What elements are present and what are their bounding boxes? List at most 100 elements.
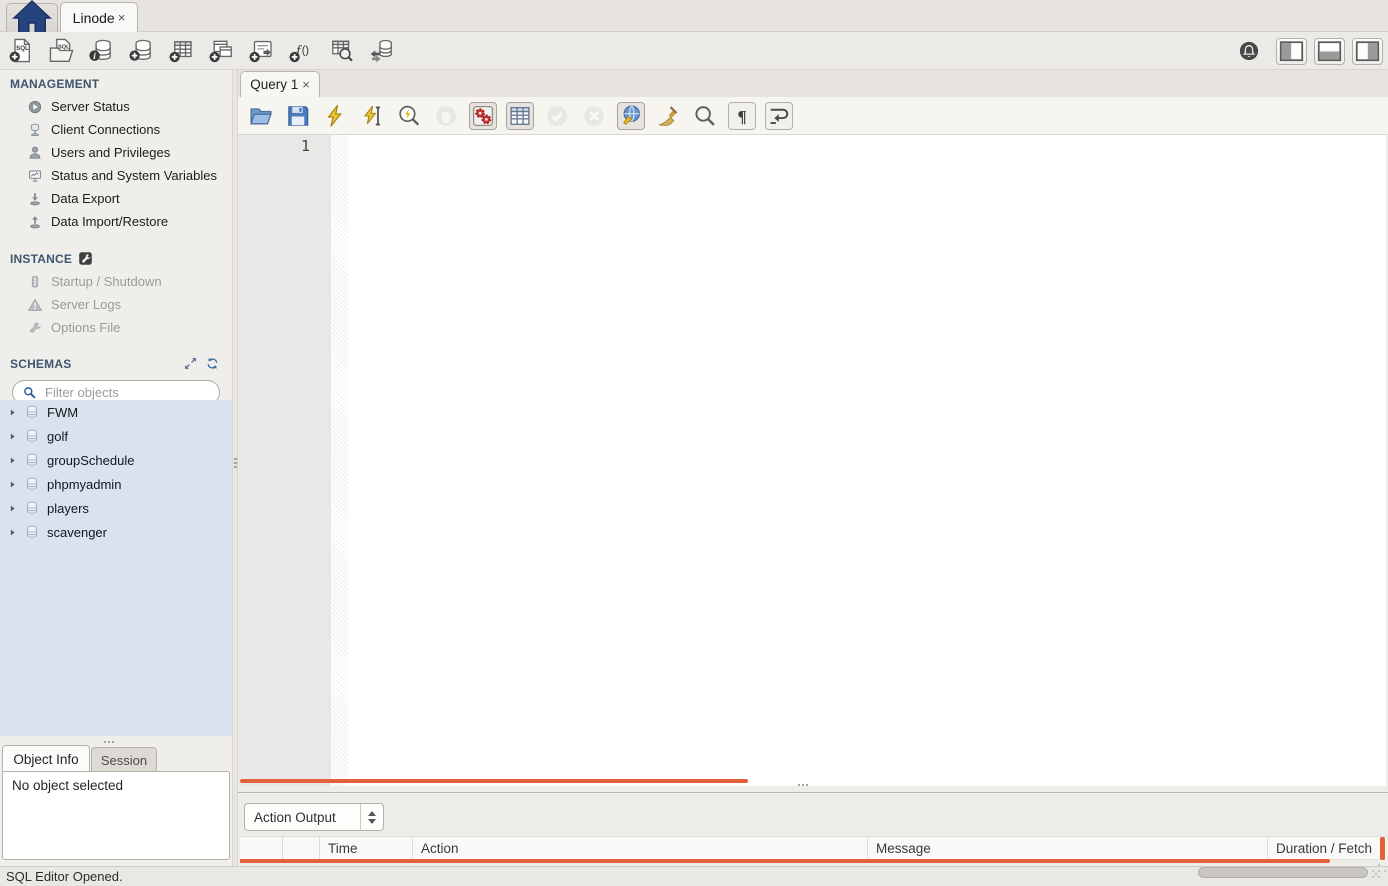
notifications-button[interactable] (1237, 39, 1261, 63)
expand-tree-icon[interactable] (183, 356, 198, 371)
query-tab-label: Query 1 (250, 77, 298, 92)
magnifier-icon (692, 103, 718, 129)
mysql-workbench-window: Linode × SQL SQL i f() MANAGEMENT Server… (0, 0, 1388, 886)
schema-item-golf[interactable]: golf (0, 424, 232, 448)
stop-on-error-toggle[interactable] (469, 102, 497, 130)
instance-section-title: INSTANCE (0, 244, 232, 270)
execute-current-button[interactable] (358, 102, 386, 130)
tree-expander-icon[interactable] (8, 432, 17, 441)
schema-item-players[interactable]: players (0, 496, 232, 520)
toggle-bottom-panel-button[interactable] (1314, 38, 1345, 65)
sidebar-item-data-export[interactable]: Data Export (0, 187, 232, 210)
tab-session[interactable]: Session (91, 747, 157, 772)
new-sql-tab-button[interactable]: SQL (8, 37, 35, 64)
management-title-label: MANAGEMENT (10, 77, 99, 91)
create-schema-button[interactable] (128, 37, 155, 64)
tree-expander-icon[interactable] (8, 408, 17, 417)
clean-editor-button[interactable] (654, 102, 682, 130)
sidebar-item-startup-shutdown[interactable]: Startup / Shutdown (0, 270, 232, 293)
tab-label: Session (101, 753, 147, 768)
schema-item-fwm[interactable]: FWM (0, 400, 232, 424)
tab-object-info[interactable]: Object Info (2, 745, 90, 772)
output-scroll-indicator[interactable] (240, 859, 1330, 863)
schema-item-phpmyadmin[interactable]: phpmyadmin (0, 472, 232, 496)
code-fold-strip (331, 135, 348, 786)
svg-text:SQL: SQL (16, 45, 29, 52)
schema-item-groupschedule[interactable]: groupSchedule (0, 448, 232, 472)
tree-expander-icon[interactable] (8, 480, 17, 489)
sql-code-editor[interactable]: 1 (238, 135, 1386, 786)
window-resize-grip[interactable] (1372, 870, 1374, 872)
schema-db-icon (24, 524, 40, 540)
open-sql-script-button[interactable]: SQL (48, 37, 75, 64)
horizontal-scrollbar-thumb[interactable] (1198, 867, 1368, 878)
schema-item-scavenger[interactable]: scavenger (0, 520, 232, 544)
toggle-right-panel-button[interactable] (1352, 38, 1383, 65)
home-tab[interactable] (6, 3, 58, 32)
sidebar-item-label: Client Connections (51, 122, 160, 137)
tree-expander-icon[interactable] (8, 504, 17, 513)
object-info-text: No object selected (12, 778, 123, 793)
editor-output-splitter-grip[interactable] (798, 784, 800, 786)
pilcrow-icon: ¶ (729, 103, 755, 129)
commit-button[interactable] (543, 102, 571, 130)
schemas-section-header: SCHEMAS (0, 348, 232, 374)
instance-title-label: INSTANCE (10, 252, 72, 266)
show-invisibles-toggle[interactable]: ¶ (728, 102, 756, 130)
sql-editor-toolbar: ¶ (238, 97, 1388, 135)
stop-icon (433, 103, 459, 129)
reconnect-database-button[interactable] (368, 37, 395, 64)
create-table-button[interactable] (168, 37, 195, 64)
sidebar-item-status-system-variables[interactable]: Status and System Variables (0, 164, 232, 187)
autocommit-toggle[interactable] (617, 102, 645, 130)
execute-button[interactable] (321, 102, 349, 130)
rollback-button[interactable] (580, 102, 608, 130)
stop-button[interactable] (432, 102, 460, 130)
create-procedure-button[interactable] (248, 37, 275, 64)
close-icon[interactable]: × (118, 11, 126, 24)
close-icon[interactable]: × (302, 78, 310, 91)
sidebar-item-data-import-restore[interactable]: Data Import/Restore (0, 210, 232, 233)
create-function-button[interactable]: f() (288, 37, 315, 64)
tree-expander-icon[interactable] (8, 528, 17, 537)
sidebar-item-server-logs[interactable]: Server Logs (0, 293, 232, 316)
connection-tab-linode[interactable]: Linode × (60, 2, 138, 32)
sidebar-item-label: Server Status (51, 99, 130, 114)
toggle-left-panel-button[interactable] (1276, 38, 1307, 65)
options-file-icon (27, 320, 43, 336)
schema-filter-input[interactable] (43, 384, 210, 401)
sidebar-item-label: Users and Privileges (51, 145, 170, 160)
connection-tab-label: Linode (73, 10, 115, 26)
server-status-icon (27, 99, 43, 115)
sidebar-item-options-file[interactable]: Options File (0, 316, 232, 339)
column-header-blank1 (240, 837, 283, 859)
tree-expander-icon[interactable] (8, 456, 17, 465)
sidebar-item-users-privileges[interactable]: Users and Privileges (0, 141, 232, 164)
output-vertical-scroll-indicator[interactable] (1380, 837, 1385, 860)
new-sql-file-icon: SQL (8, 37, 35, 64)
editor-scroll-indicator[interactable] (240, 779, 748, 783)
tab-query-1[interactable]: Query 1 × (240, 71, 320, 97)
database-info-button[interactable]: i (88, 37, 115, 64)
explain-button[interactable] (395, 102, 423, 130)
limit-rows-icon (507, 103, 533, 129)
refresh-icon[interactable] (205, 356, 220, 371)
column-header-action: Action (413, 837, 868, 859)
find-button[interactable] (691, 102, 719, 130)
sidebar-item-client-connections[interactable]: Client Connections (0, 118, 232, 141)
combo-spinner[interactable] (360, 804, 383, 830)
create-schema-icon (128, 37, 155, 64)
limit-rows-toggle[interactable] (506, 102, 534, 130)
search-table-data-button[interactable] (328, 37, 355, 64)
output-view-selector[interactable]: Action Output (244, 803, 384, 831)
sidebar-horizontal-splitter[interactable] (104, 741, 106, 743)
save-script-button[interactable] (284, 102, 312, 130)
sidebar-item-server-status[interactable]: Server Status (0, 95, 232, 118)
info-panel-tabs: Object Info Session (0, 745, 232, 772)
autocommit-icon (618, 103, 644, 129)
execute-current-icon (359, 103, 385, 129)
create-view-button[interactable] (208, 37, 235, 64)
open-script-button[interactable] (247, 102, 275, 130)
wrap-text-toggle[interactable] (765, 102, 793, 130)
create-function-icon: f() (288, 37, 315, 64)
